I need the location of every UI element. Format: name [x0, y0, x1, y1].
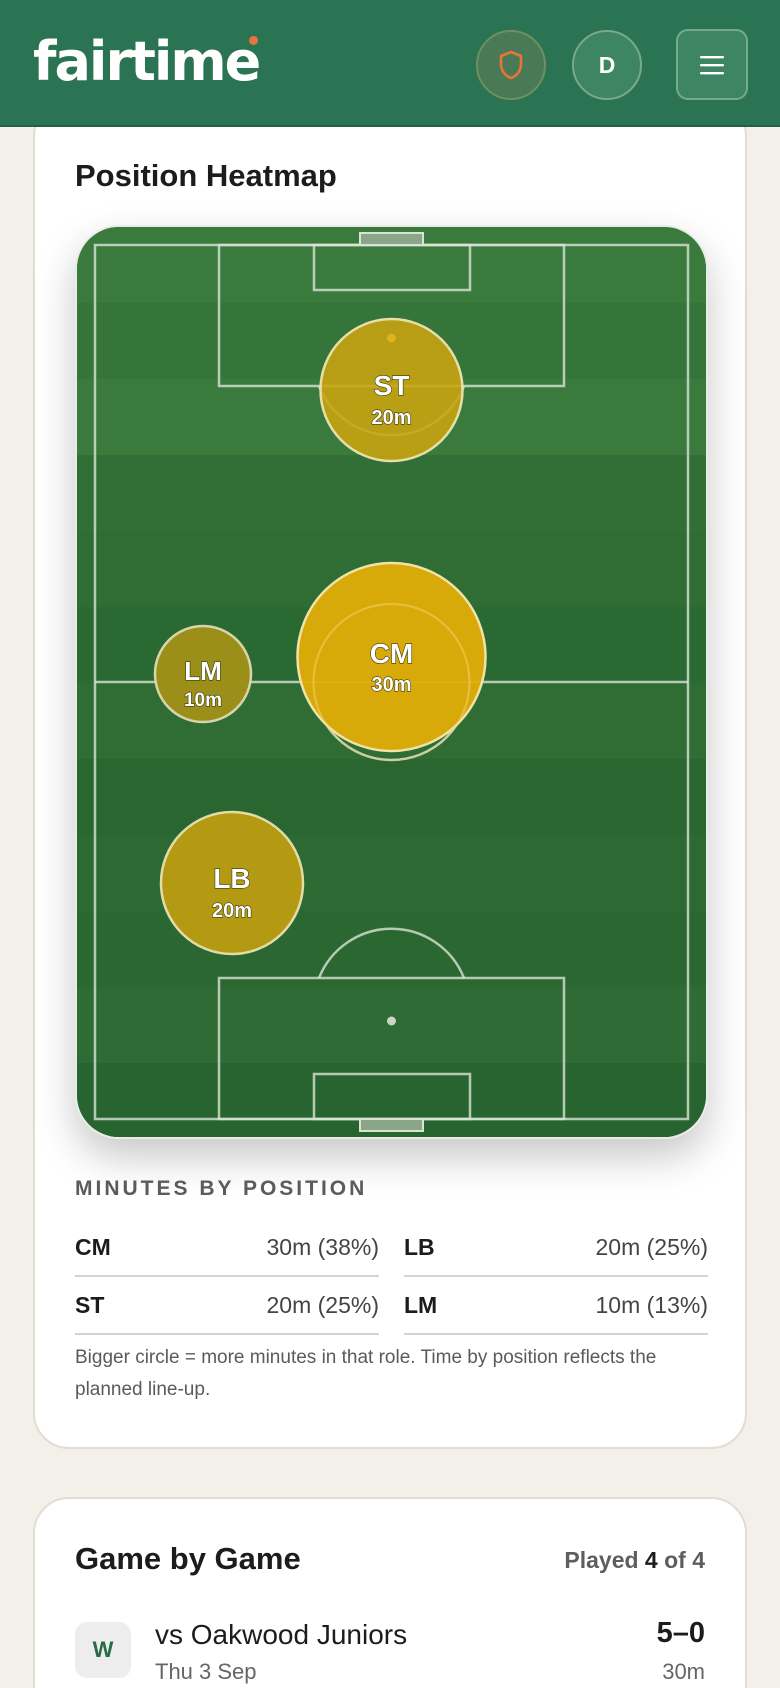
- penalty-spot: [387, 1016, 396, 1026]
- menu-icon: [700, 55, 724, 74]
- minutes-row: LM 10m (13%): [404, 1277, 708, 1335]
- minutes-row-position: LB: [404, 1233, 435, 1260]
- bubble-lb-mins: 20m: [212, 900, 252, 922]
- bubble-lm-mins: 10m: [184, 690, 222, 711]
- minutes-row: LB 20m (25%): [404, 1219, 708, 1277]
- played-number: 4: [644, 1547, 658, 1573]
- bubble-lm[interactable]: LM 10m: [153, 624, 253, 724]
- user-avatar-button[interactable]: D: [572, 30, 642, 100]
- position-heatmap-card: Position Heatmap ST 20m CM 30m LM 10m LB…: [33, 100, 747, 1449]
- game-date: Thu 3 Sep: [155, 1659, 257, 1684]
- minutes-by-position-heading: MINUTES BY POSITION: [75, 1177, 368, 1200]
- result-badge: W: [75, 1622, 131, 1678]
- bubble-st[interactable]: ST 20m: [319, 317, 464, 463]
- bubble-st-mins: 20m: [371, 407, 411, 429]
- minutes-row: ST 20m (25%): [75, 1277, 379, 1335]
- bubble-cm-pos: CM: [370, 638, 414, 669]
- penalty-spot-top: [387, 333, 396, 343]
- bubble-lm-pos: LM: [184, 656, 222, 686]
- minutes-row: CM 30m (38%): [75, 1219, 379, 1277]
- heatmap-note: Bigger circle = more minutes in that rol…: [75, 1347, 657, 1400]
- game-by-game-title: Game by Game: [75, 1541, 301, 1576]
- bubble-st-pos: ST: [374, 370, 410, 401]
- minutes-row-value: 30m (38%): [266, 1233, 379, 1260]
- bubble-cm-mins: 30m: [371, 674, 411, 696]
- game-minutes: 30m: [662, 1659, 705, 1684]
- game-opponent: vs Oakwood Juniors: [155, 1619, 408, 1650]
- game-by-game-card: Game by Game Played 4 of 4 W vs Oakwood …: [33, 1497, 747, 1688]
- pitch: ST 20m CM 30m LM 10m LB 20m: [75, 225, 708, 1139]
- bubble-lb-pos: LB: [213, 863, 250, 894]
- heatmap-title: Position Heatmap: [75, 158, 337, 193]
- minutes-row-value: 10m (13%): [595, 1291, 708, 1318]
- minutes-row-position: ST: [75, 1291, 105, 1318]
- played-prefix: Played: [564, 1547, 639, 1573]
- safeguarding-button[interactable]: [476, 30, 546, 100]
- minutes-row-value: 20m (25%): [595, 1233, 708, 1260]
- played-of: of 4: [664, 1547, 705, 1573]
- played-count: Played 4 of 4: [564, 1547, 705, 1574]
- bubble-lb[interactable]: LB 20m: [159, 810, 305, 956]
- shield-icon: [499, 50, 523, 80]
- menu-button[interactable]: [676, 29, 748, 100]
- app-logo[interactable]: fairtime: [33, 30, 261, 93]
- minutes-row-position: CM: [75, 1233, 111, 1260]
- pitch-svg: ST 20m CM 30m LM 10m LB 20m: [77, 227, 706, 1137]
- top-goal: [359, 232, 424, 246]
- app-header: fairtime D: [0, 0, 780, 127]
- minutes-row-position: LM: [404, 1291, 438, 1318]
- game-score: 5–0: [656, 1617, 705, 1649]
- bottom-goal: [359, 1118, 424, 1132]
- avatar-initial: D: [598, 51, 616, 78]
- logo-accent-dot: [249, 36, 258, 45]
- minutes-row-value: 20m (25%): [266, 1291, 379, 1318]
